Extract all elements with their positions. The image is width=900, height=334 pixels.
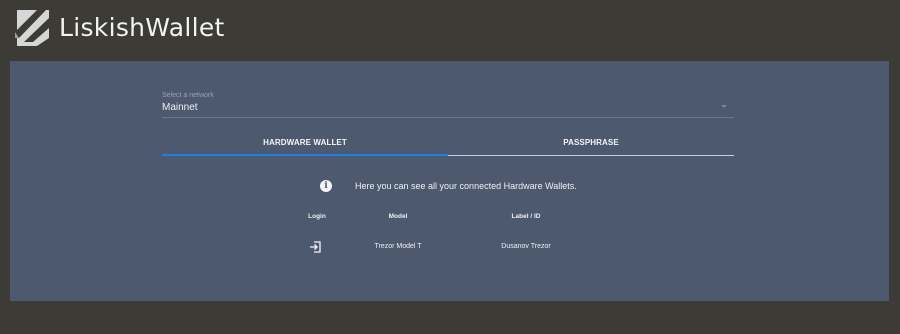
logo-icon (15, 10, 49, 46)
info-message: Here you can see all your connected Hard… (355, 181, 577, 191)
tab-divider (448, 155, 734, 156)
app-header: LiskishWallet (0, 0, 900, 60)
app-name: LiskishWallet (59, 13, 225, 42)
column-header-login: Login (308, 213, 326, 220)
info-icon: i (320, 180, 332, 192)
tab-hardware-wallet[interactable]: HARDWARE WALLET (162, 131, 448, 155)
row-label-id: Dusanov Trezor (501, 243, 551, 250)
network-select-label: Select a network (162, 92, 214, 99)
column-header-label-id: Label / ID (511, 213, 541, 220)
column-header-model: Model (388, 213, 408, 220)
hardware-wallet-panel: Select a network Mainnet HARDWARE WALLET… (10, 61, 889, 301)
tab-passphrase[interactable]: PASSPHRASE (448, 131, 734, 155)
network-select-value[interactable]: Mainnet (162, 102, 198, 114)
network-select-underline (162, 117, 734, 118)
login-icon[interactable] (309, 241, 321, 253)
chevron-down-icon[interactable] (721, 105, 727, 108)
row-model: Trezor Model T (374, 243, 422, 250)
active-tab-indicator (162, 154, 448, 156)
